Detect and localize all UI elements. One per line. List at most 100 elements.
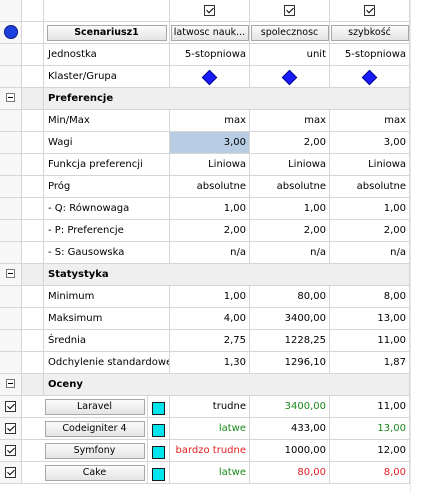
rating-value[interactable]: bardzo trudne: [170, 440, 250, 461]
cell-value[interactable]: 3,00: [330, 132, 410, 153]
cell-value[interactable]: 5-stopniowa: [170, 44, 250, 65]
rating-value[interactable]: 8,00: [330, 462, 410, 483]
cell-value: 1296,10: [250, 352, 330, 373]
collapse-icon[interactable]: [6, 379, 15, 388]
cell-value: 1,87: [330, 352, 410, 373]
cell-value[interactable]: 5-stopniowa: [330, 44, 410, 65]
row-label: Klaster/Grupa: [44, 66, 170, 87]
alternative-checkbox[interactable]: [5, 444, 16, 456]
selected-cell[interactable]: 3,00: [170, 132, 250, 153]
column-3-header-button[interactable]: szybkość: [330, 25, 409, 41]
row-label: Funkcja preferencji: [44, 154, 170, 175]
scenario-color-icon[interactable]: [4, 25, 18, 39]
row-label: - Q: Równowaga: [44, 198, 170, 219]
table-row: - Q: Równowaga 1,00 1,00 1,00: [0, 198, 410, 220]
rating-value[interactable]: 1000,00: [250, 440, 330, 461]
alternative-checkbox[interactable]: [5, 422, 16, 434]
rating-value[interactable]: 13,00: [330, 418, 410, 439]
color-swatch-icon[interactable]: [152, 467, 165, 481]
cell-value[interactable]: 2,00: [330, 220, 410, 241]
collapse-icon[interactable]: [6, 269, 15, 278]
unit-row: Jednostka 5-stopniowa unit 5-stopniowa: [0, 44, 410, 66]
column-1-header-button[interactable]: latwosc nauk...: [170, 25, 249, 41]
cell-value: 1,00: [170, 286, 250, 307]
cell-value: 1228,25: [250, 330, 330, 351]
alternative-button[interactable]: Laravel: [44, 399, 145, 415]
cell-value[interactable]: n/a: [170, 242, 250, 263]
alternative-row: Cake latwe 80,00 8,00: [0, 462, 410, 484]
table-row: Minimum 1,00 80,00 8,00: [0, 286, 410, 308]
group-title: Statystyka: [44, 264, 410, 285]
rating-value[interactable]: 12,00: [330, 440, 410, 461]
group-preferences-header: Preferencje: [0, 88, 410, 110]
group-title: Preferencje: [44, 88, 410, 109]
cell-value[interactable]: absolutne: [250, 176, 330, 197]
row-label: Średnia: [44, 330, 170, 351]
corner-cell: [0, 0, 22, 21]
cell-value[interactable]: 2,00: [170, 220, 250, 241]
cell-value[interactable]: 1,00: [250, 198, 330, 219]
column-3-checkbox[interactable]: [364, 4, 375, 16]
cell-value[interactable]: 2,00: [250, 220, 330, 241]
alternative-button[interactable]: Codeigniter 4: [44, 421, 145, 437]
row-label: Jednostka: [44, 44, 170, 65]
alternative-checkbox[interactable]: [5, 466, 16, 478]
cell-value[interactable]: Liniowa: [250, 154, 330, 175]
cell-value: 1,30: [170, 352, 250, 373]
color-swatch-icon[interactable]: [152, 423, 165, 437]
table-row: Średnia 2,75 1228,25 11,00: [0, 330, 410, 352]
cell-value: 4,00: [170, 308, 250, 329]
cell-value[interactable]: absolutne: [330, 176, 410, 197]
row-label: Próg: [44, 176, 170, 197]
column-2-checkbox[interactable]: [284, 4, 295, 16]
cluster-diamond-icon: [281, 69, 298, 86]
cell-value[interactable]: Liniowa: [170, 154, 250, 175]
alternative-row: Laravel trudne 3400,00 11,00: [0, 396, 410, 418]
color-swatch-icon[interactable]: [152, 445, 165, 459]
cell-value[interactable]: max: [330, 110, 410, 131]
row-label: Minimum: [44, 286, 170, 307]
table-row: Funkcja preferencji Liniowa Liniowa Lini…: [0, 154, 410, 176]
group-title: Oceny: [44, 374, 410, 395]
rating-value[interactable]: latwe: [170, 462, 250, 483]
vertical-scrollbar[interactable]: [410, 0, 421, 492]
cell-value[interactable]: n/a: [330, 242, 410, 263]
scenario-button[interactable]: Scenariusz1: [46, 25, 167, 41]
rating-value[interactable]: latwe: [170, 418, 250, 439]
rating-value[interactable]: 80,00: [250, 462, 330, 483]
row-label: Min/Max: [44, 110, 170, 131]
column-2-header-button[interactable]: spolecznosc: [250, 25, 329, 41]
cell-value[interactable]: absolutne: [170, 176, 250, 197]
table-row: Próg absolutne absolutne absolutne: [0, 176, 410, 198]
cell-value: 8,00: [330, 286, 410, 307]
cell-value[interactable]: max: [170, 110, 250, 131]
decision-grid: Scenariusz1 latwosc nauk... spolecznosc …: [0, 0, 410, 484]
table-row: Odchylenie standardowe 1,30 1296,10 1,87: [0, 352, 410, 374]
color-swatch-icon[interactable]: [152, 401, 165, 415]
cluster-diamond-icon: [201, 69, 218, 86]
alternative-button[interactable]: Cake: [44, 465, 145, 481]
cell-value[interactable]: Liniowa: [330, 154, 410, 175]
row-label: - P: Preferencje: [44, 220, 170, 241]
cell-value: 3400,00: [250, 308, 330, 329]
cell-value[interactable]: 2,00: [250, 132, 330, 153]
alternative-button[interactable]: Symfony: [44, 443, 145, 459]
cell-value[interactable]: 1,00: [170, 198, 250, 219]
cell-value[interactable]: n/a: [250, 242, 330, 263]
rating-value[interactable]: 3400,00: [250, 396, 330, 417]
table-row: Maksimum 4,00 3400,00 13,00: [0, 308, 410, 330]
cell-value: 80,00: [250, 286, 330, 307]
cell-value: 2,75: [170, 330, 250, 351]
cell-value[interactable]: 1,00: [330, 198, 410, 219]
rating-value[interactable]: 433,00: [250, 418, 330, 439]
rating-value[interactable]: 11,00: [330, 396, 410, 417]
rating-value[interactable]: trudne: [170, 396, 250, 417]
collapse-icon[interactable]: [6, 93, 15, 102]
row-label: Maksimum: [44, 308, 170, 329]
row-label: - S: Gausowska: [44, 242, 170, 263]
cell-value[interactable]: max: [250, 110, 330, 131]
column-1-checkbox[interactable]: [204, 4, 215, 16]
cell-value[interactable]: unit: [250, 44, 330, 65]
alternative-checkbox[interactable]: [5, 400, 16, 412]
alternative-row: Symfony bardzo trudne 1000,00 12,00: [0, 440, 410, 462]
